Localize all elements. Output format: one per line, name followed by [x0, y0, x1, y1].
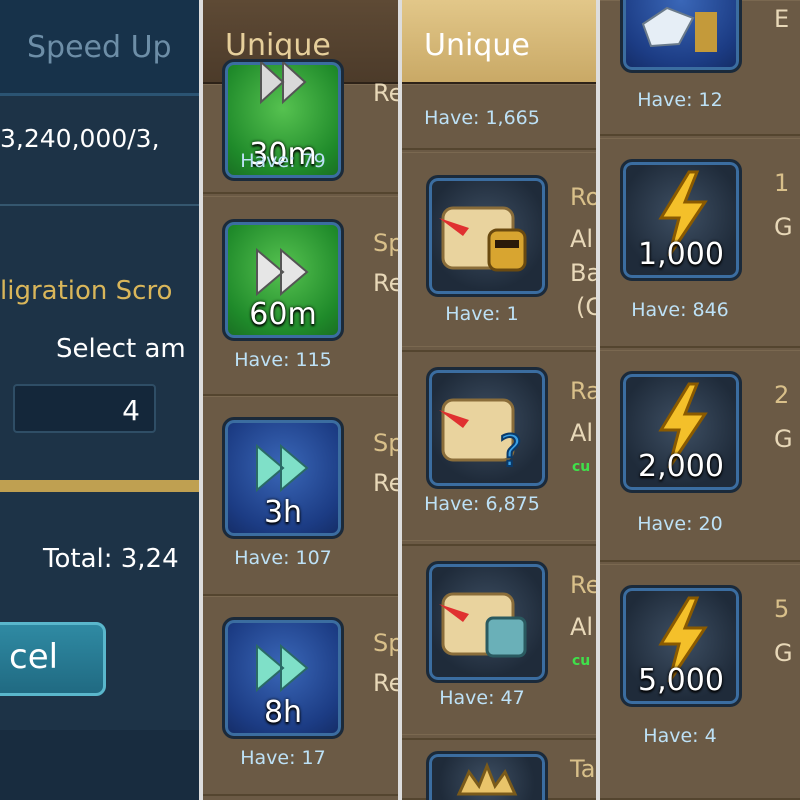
have-count: Have: 107	[234, 547, 332, 569]
total-text: Total: 3,24	[43, 544, 179, 574]
svg-text:?: ?	[499, 426, 522, 477]
divider	[0, 204, 199, 206]
header-label: Unique	[225, 28, 331, 63]
energy-amount: 1,000	[638, 237, 724, 272]
list-item[interactable]: 3h Have: 107 Sp Re	[203, 396, 398, 596]
have-count: Have: 1,665	[424, 107, 540, 129]
list-item[interactable]: 1,000 Have: 846 1 G	[600, 138, 800, 348]
have-count: Have: 1	[445, 303, 519, 325]
item-name: 2	[774, 381, 790, 409]
list-item[interactable]: Have: 1,665	[402, 84, 596, 150]
item-desc: Al	[570, 419, 594, 447]
energy-amount: 5,000	[638, 663, 724, 698]
energy-item-icon: 5,000	[620, 585, 742, 707]
item-name: 5	[774, 595, 790, 623]
item-name: 1	[774, 169, 790, 197]
energy-amount: 2,000	[638, 449, 724, 484]
energy-item-icon: 2,000	[620, 371, 742, 493]
item-desc: Re	[373, 269, 398, 297]
item-name: Sp	[373, 629, 398, 657]
have-count: Have: 47	[439, 687, 525, 709]
list-item[interactable]: 8h Have: 17 Sp Re	[203, 596, 398, 796]
have-count: Have: 20	[637, 513, 723, 535]
scroll-items-panel: Unique Have: 1,665 Have: 1 Ro Al Ba (C ?	[402, 0, 596, 800]
title-bar: Speed Up	[0, 0, 199, 96]
item-desc: G	[774, 639, 793, 667]
list-item[interactable]: Have: 1 Ro Al Ba (C	[402, 152, 596, 352]
speed-up-panel: Speed Up 3,240,000/3, ligration Scro Sel…	[0, 0, 199, 800]
amount-input[interactable]: 4	[13, 384, 156, 433]
crown-icon	[456, 761, 518, 796]
have-count: Have: 17	[240, 747, 326, 769]
have-count: Have: 4	[643, 725, 717, 747]
double-arrow-icon	[256, 247, 309, 297]
item-name: ligration Scro	[0, 276, 173, 306]
item-name: Sp	[373, 429, 398, 457]
list-item[interactable]: Have: 47 Re Al cu	[402, 540, 596, 740]
item-name: Ta	[570, 755, 596, 783]
panel-title: Speed Up	[27, 30, 172, 65]
migration-scroll-icon	[426, 175, 548, 297]
have-count: Have: 115	[234, 349, 332, 371]
have-count: Have: 79	[240, 150, 326, 172]
speedup-icon: 3h	[222, 417, 344, 539]
speedup-items-panel: Unique 30m Have: 79 Re 60m Have: 115 Sp …	[203, 0, 398, 800]
item-desc: (C	[576, 293, 596, 321]
scroll-question-icon: ?	[439, 398, 523, 478]
speedup-icon: 8h	[222, 617, 344, 739]
item-desc: G	[774, 425, 793, 453]
item-desc: Al	[570, 613, 594, 641]
speedup-duration: 3h	[263, 495, 303, 530]
item-count-text: 3,240,000/3,	[0, 124, 160, 153]
list-item[interactable]: Have: 12 E	[600, 0, 800, 136]
item-name: Re	[570, 571, 596, 599]
item-desc: G	[774, 213, 793, 241]
energy-items-panel: Have: 12 E 1,000 Have: 846 1 G 2,000 Hav…	[600, 0, 800, 800]
scroll-map-icon	[439, 592, 527, 658]
item-desc: Re	[373, 669, 398, 697]
list-item[interactable]: 2,000 Have: 20 2 G	[600, 350, 800, 562]
have-count: Have: 12	[637, 89, 723, 111]
item-name: Sp	[373, 229, 398, 257]
list-item[interactable]: ? Have: 6,875 Ra Al cu	[402, 346, 596, 546]
list-item[interactable]: 60m Have: 115 Sp Re	[203, 196, 398, 396]
item-tag: cu	[572, 459, 591, 475]
list-item[interactable]: 30m Have: 79 Re	[203, 59, 398, 194]
amount-slider[interactable]	[0, 480, 199, 492]
list-item[interactable]: 5,000 Have: 4 5 G	[600, 564, 800, 800]
region-scroll-icon	[426, 561, 548, 683]
gem-icon	[641, 6, 717, 52]
item-name: Ra	[570, 377, 596, 405]
item-desc: Re	[373, 469, 398, 497]
double-arrow-icon	[256, 643, 309, 693]
crown-scroll-icon	[426, 751, 548, 800]
cancel-label: cel	[9, 637, 59, 677]
speedup-duration: 8h	[263, 695, 303, 730]
have-count: Have: 6,875	[424, 493, 540, 515]
random-scroll-icon: ?	[426, 367, 548, 489]
unique-header: Unique	[402, 0, 596, 84]
scroll-helmet-icon	[439, 206, 527, 272]
speedup-icon: 60m	[222, 219, 344, 341]
list-item[interactable]: Ta	[402, 734, 596, 800]
footer-area	[0, 730, 199, 800]
item-tag: cu	[572, 653, 591, 669]
item-desc: E	[774, 5, 790, 33]
select-amount-label: Select am	[56, 334, 186, 364]
item-desc: Al	[570, 225, 594, 253]
double-arrow-icon	[256, 443, 309, 493]
speedup-duration: 60m	[249, 297, 317, 332]
item-name: Ro	[570, 183, 596, 211]
have-count: Have: 846	[631, 299, 729, 321]
header-label: Unique	[424, 28, 530, 63]
energy-item-icon: 1,000	[620, 159, 742, 281]
gem-item-icon	[620, 0, 742, 73]
item-desc: Ba	[570, 259, 596, 287]
item-desc: Re	[373, 79, 398, 107]
cancel-button[interactable]: cel	[0, 622, 106, 696]
